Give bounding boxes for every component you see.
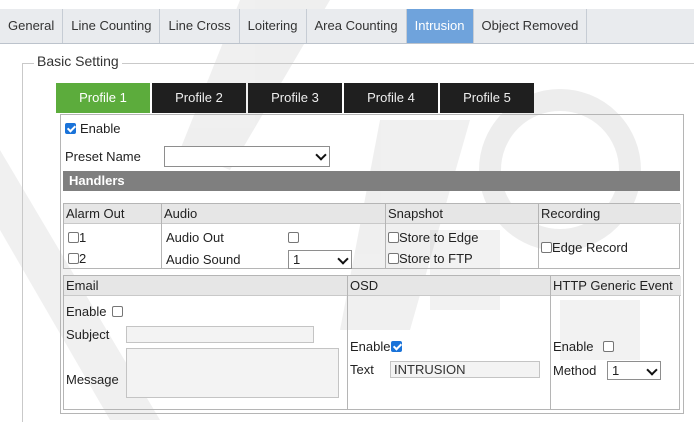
preset-name-label: Preset Name (65, 149, 141, 164)
http-method-row: Method 1 (553, 361, 661, 380)
email-message-label: Message (66, 372, 119, 387)
alarm-out-header: Alarm Out (64, 204, 161, 224)
tab-profile-4[interactable]: Profile 4 (344, 83, 438, 113)
email-enable-row: Enable (66, 304, 124, 319)
http-method-label: Method (553, 363, 597, 378)
edge-record-checkbox[interactable] (541, 242, 552, 253)
audio-cell: Audio Audio Out Audio Sound 1 (162, 204, 386, 269)
preset-row: Preset Name (65, 146, 330, 167)
recording-header: Recording (539, 204, 681, 224)
tab-profile-2[interactable]: Profile 2 (152, 83, 246, 113)
osd-enable-label: Enable (350, 339, 391, 354)
osd-text-input[interactable]: INTRUSION (390, 361, 540, 378)
http-method-select[interactable]: 1 (607, 361, 661, 380)
chevron-down-icon (315, 149, 327, 161)
http-method-value: 1 (612, 363, 620, 378)
store-to-ftp-label: Store to FTP (399, 251, 473, 266)
preset-name-select[interactable] (164, 146, 330, 167)
profile-panel: Enable Preset Name Handlers Alarm Out 1 … (60, 114, 684, 414)
tab-profile-1[interactable]: Profile 1 (56, 83, 150, 113)
alarm-out-2-row: 2 (68, 251, 86, 266)
http-enable-checkbox[interactable] (603, 341, 615, 352)
store-to-ftp-checkbox[interactable] (388, 253, 399, 264)
http-event-header: HTTP Generic Event (551, 276, 681, 296)
audio-sound-select[interactable]: 1 (288, 250, 352, 269)
profile-tab-bar: Profile 1 Profile 2 Profile 3 Profile 4 … (56, 83, 534, 113)
enable-label: Enable (80, 121, 121, 136)
tab-loitering[interactable]: Loitering (240, 9, 307, 43)
store-to-ftp-row: Store to FTP (388, 251, 473, 266)
tab-intrusion[interactable]: Intrusion (406, 9, 474, 43)
email-subject-label: Subject (66, 327, 110, 342)
tab-profile-3[interactable]: Profile 3 (248, 83, 342, 113)
alarm-out-1-checkbox[interactable] (68, 232, 79, 243)
http-enable-label: Enable (553, 339, 594, 354)
handlers-grid: Alarm Out 1 2 Audio Audio Out Audio Soun… (63, 203, 681, 269)
enable-row: Enable (65, 121, 120, 136)
alarm-out-cell: Alarm Out 1 2 (64, 204, 162, 268)
osd-enable-row: Enable (350, 339, 403, 354)
tab-area-counting[interactable]: Area Counting (307, 9, 407, 43)
osd-enable-checkbox[interactable] (391, 341, 403, 352)
osd-cell: OSD Enable Text INTRUSION (348, 276, 551, 409)
email-subject-row: Subject (66, 326, 314, 343)
email-message-label-row: Message (66, 372, 119, 387)
tab-profile-5[interactable]: Profile 5 (440, 83, 534, 113)
chevron-down-icon (337, 253, 349, 265)
tab-line-counting[interactable]: Line Counting (63, 9, 161, 43)
notification-grid: Email Enable Subject Message OSD Enable (63, 275, 681, 410)
alarm-out-2-checkbox[interactable] (68, 253, 79, 264)
audio-out-row: Audio Out (166, 230, 299, 245)
handlers-header: Handlers (63, 171, 680, 191)
snapshot-header: Snapshot (386, 204, 538, 224)
email-enable-checkbox[interactable] (112, 306, 124, 317)
osd-header: OSD (348, 276, 550, 296)
email-cell: Email Enable Subject Message (64, 276, 348, 409)
store-to-edge-row: Store to Edge (388, 230, 479, 245)
email-subject-input[interactable] (126, 326, 314, 343)
snapshot-cell: Snapshot Store to Edge Store to FTP (386, 204, 539, 268)
enable-checkbox[interactable] (65, 123, 76, 134)
audio-sound-label: Audio Sound (166, 252, 241, 267)
osd-text-row: Text INTRUSION (350, 361, 540, 378)
audio-sound-value: 1 (293, 252, 301, 267)
chevron-down-icon (646, 364, 658, 376)
email-message-textarea[interactable] (126, 348, 339, 398)
recording-cell: Recording Edge Record (539, 204, 681, 268)
fieldset-legend: Basic Setting (34, 53, 122, 69)
audio-header: Audio (162, 204, 385, 224)
alarm-out-1-row: 1 (68, 230, 86, 245)
tab-object-removed[interactable]: Object Removed (474, 9, 588, 43)
edge-record-row: Edge Record (541, 240, 628, 255)
top-tab-bar: General Line Counting Line Cross Loiteri… (0, 9, 694, 44)
audio-out-label: Audio Out (166, 230, 224, 245)
store-to-edge-label: Store to Edge (399, 230, 479, 245)
http-enable-row: Enable (553, 339, 615, 354)
http-event-cell: HTTP Generic Event Enable Method 1 (551, 276, 681, 409)
alarm-out-1-label: 1 (79, 230, 87, 245)
tab-general[interactable]: General (0, 9, 64, 43)
audio-out-checkbox[interactable] (288, 232, 299, 243)
email-header: Email (64, 276, 347, 296)
tab-line-cross[interactable]: Line Cross (160, 9, 240, 43)
store-to-edge-checkbox[interactable] (388, 232, 399, 243)
alarm-out-2-label: 2 (79, 251, 87, 266)
email-enable-label: Enable (66, 304, 107, 319)
edge-record-label: Edge Record (552, 240, 628, 255)
osd-text-label: Text (350, 362, 374, 377)
audio-sound-row: Audio Sound 1 (166, 250, 352, 269)
